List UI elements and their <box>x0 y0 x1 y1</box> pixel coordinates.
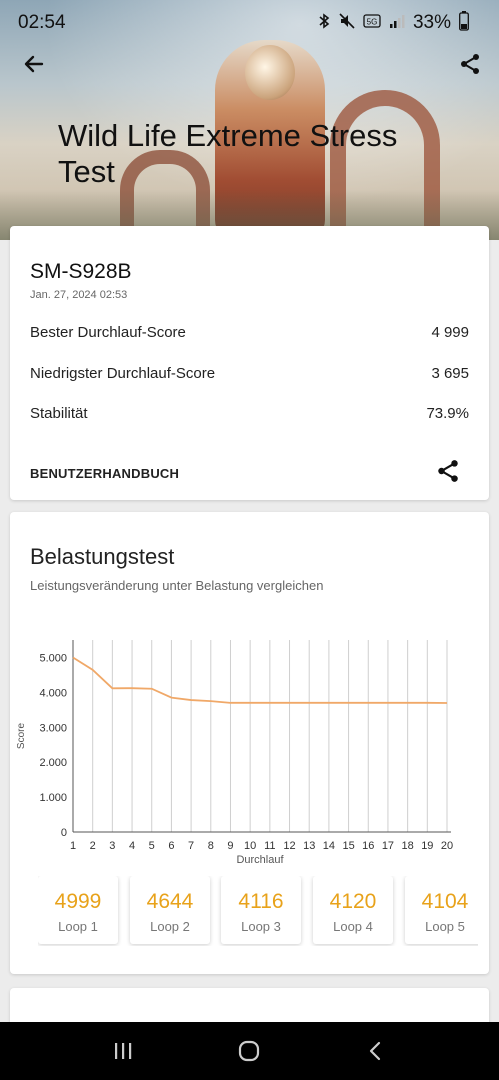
share-icon <box>458 52 482 81</box>
home-icon <box>239 1040 260 1062</box>
loop-card[interactable]: 4644 Loop 2 <box>130 876 210 944</box>
loop-card[interactable]: 4104 Loop 5 <box>405 876 478 944</box>
back-nav-icon <box>370 1041 381 1061</box>
lowest-score-row: Niedrigster Durchlauf-Score 3 695 <box>30 365 469 382</box>
loop-label: Loop 5 <box>425 919 465 934</box>
row-value: 73.9% <box>426 405 469 422</box>
arrow-left-icon <box>22 52 46 81</box>
row-label: Stabilität <box>30 405 88 422</box>
result-card: SM-S928B Jan. 27, 2024 02:53 Bester Durc… <box>10 226 489 500</box>
bluetooth-icon <box>317 12 331 34</box>
loop-list[interactable]: 4999 Loop 1 4644 Loop 2 4116 Loop 3 4120… <box>38 876 478 946</box>
system-nav-bar <box>0 1022 499 1080</box>
mute-icon <box>339 12 355 34</box>
best-score-row: Bester Durchlauf-Score 4 999 <box>30 324 469 341</box>
recent-apps-icon <box>114 1043 132 1059</box>
x-tick-label: 4 <box>129 840 135 852</box>
status-bar: 02:54 5G 33% <box>0 0 499 46</box>
loop-score: 4104 <box>421 890 469 913</box>
loop-score: 4644 <box>146 890 194 913</box>
svg-text:5G: 5G <box>367 17 378 26</box>
battery-percent: 33% <box>412 12 451 33</box>
back-button[interactable] <box>14 46 54 86</box>
share-button[interactable] <box>450 46 490 86</box>
y-tick-label: 4.000 <box>39 687 67 699</box>
x-axis-label: Durchlauf <box>236 854 284 866</box>
loop-card[interactable]: 4999 Loop 1 <box>38 876 118 944</box>
home-button[interactable] <box>237 1039 261 1063</box>
x-tick-label: 17 <box>382 840 394 852</box>
5g-icon: 5G <box>363 13 381 34</box>
row-label: Niedrigster Durchlauf-Score <box>30 365 216 382</box>
loop-score: 4120 <box>329 890 377 913</box>
x-tick-label: 14 <box>323 840 335 852</box>
x-tick-label: 19 <box>421 840 433 852</box>
x-tick-label: 6 <box>168 840 174 852</box>
hero-helmet <box>245 45 295 100</box>
x-tick-label: 11 <box>264 840 275 852</box>
x-tick-label: 2 <box>90 840 96 852</box>
back-nav-button[interactable] <box>365 1040 387 1062</box>
x-tick-label: 20 <box>441 840 453 852</box>
result-date: Jan. 27, 2024 02:53 <box>30 289 128 301</box>
y-tick-label: 0 <box>61 827 67 839</box>
stability-row: Stabilität 73.9% <box>30 405 469 422</box>
x-tick-label: 3 <box>109 840 115 852</box>
x-tick-label: 16 <box>362 840 374 852</box>
x-tick-label: 7 <box>188 840 194 852</box>
status-time: 02:54 <box>18 12 66 33</box>
x-tick-label: 5 <box>149 840 155 852</box>
page-title: Wild Life Extreme Stress Test <box>58 118 398 189</box>
x-tick-label: 9 <box>227 840 233 852</box>
row-value: 3 695 <box>431 365 469 382</box>
y-tick-label: 3.000 <box>39 722 67 734</box>
loop-label: Loop 1 <box>58 919 98 934</box>
share-icon <box>435 460 461 488</box>
series-line <box>72 656 448 704</box>
loop-label: Loop 2 <box>150 919 190 934</box>
row-value: 4 999 <box>431 324 469 341</box>
loop-label: Loop 4 <box>333 919 373 934</box>
x-tick-label: 10 <box>244 840 256 852</box>
x-tick-label: 1 <box>70 840 76 852</box>
device-name: SM-S928B <box>30 260 132 283</box>
x-tick-label: 12 <box>283 840 295 852</box>
stress-test-card: Belastungstest Leistungsveränderung unte… <box>10 512 489 974</box>
loop-label: Loop 3 <box>241 919 281 934</box>
recent-apps-button[interactable] <box>112 1040 134 1062</box>
x-tick-label: 8 <box>208 840 214 852</box>
x-tick-label: 15 <box>342 840 354 852</box>
loop-card[interactable]: 4116 Loop 3 <box>221 876 301 944</box>
user-manual-link[interactable]: BENUTZERHANDBUCH <box>30 466 179 481</box>
signal-icon <box>389 13 405 34</box>
y-tick-label: 2.000 <box>39 757 67 769</box>
loop-card[interactable]: 4120 Loop 4 <box>313 876 393 944</box>
y-axis-label: Score <box>16 723 27 750</box>
stress-line-chart: 01.0002.0003.0004.0005.0001 2 3 4 5 6 7 8 9 10 11 1… <box>16 640 453 866</box>
battery-icon <box>459 10 469 36</box>
loop-score: 4116 <box>238 890 284 913</box>
x-tick-label: 13 <box>303 840 315 852</box>
row-label: Bester Durchlauf-Score <box>30 324 186 341</box>
status-icons: 5G 33% <box>317 10 469 36</box>
x-tick-label: 18 <box>402 840 414 852</box>
loop-score: 4999 <box>54 890 102 913</box>
y-tick-label: 1.000 <box>39 792 67 804</box>
result-share-button[interactable] <box>435 458 465 488</box>
y-tick-label: 5.000 <box>39 652 67 664</box>
